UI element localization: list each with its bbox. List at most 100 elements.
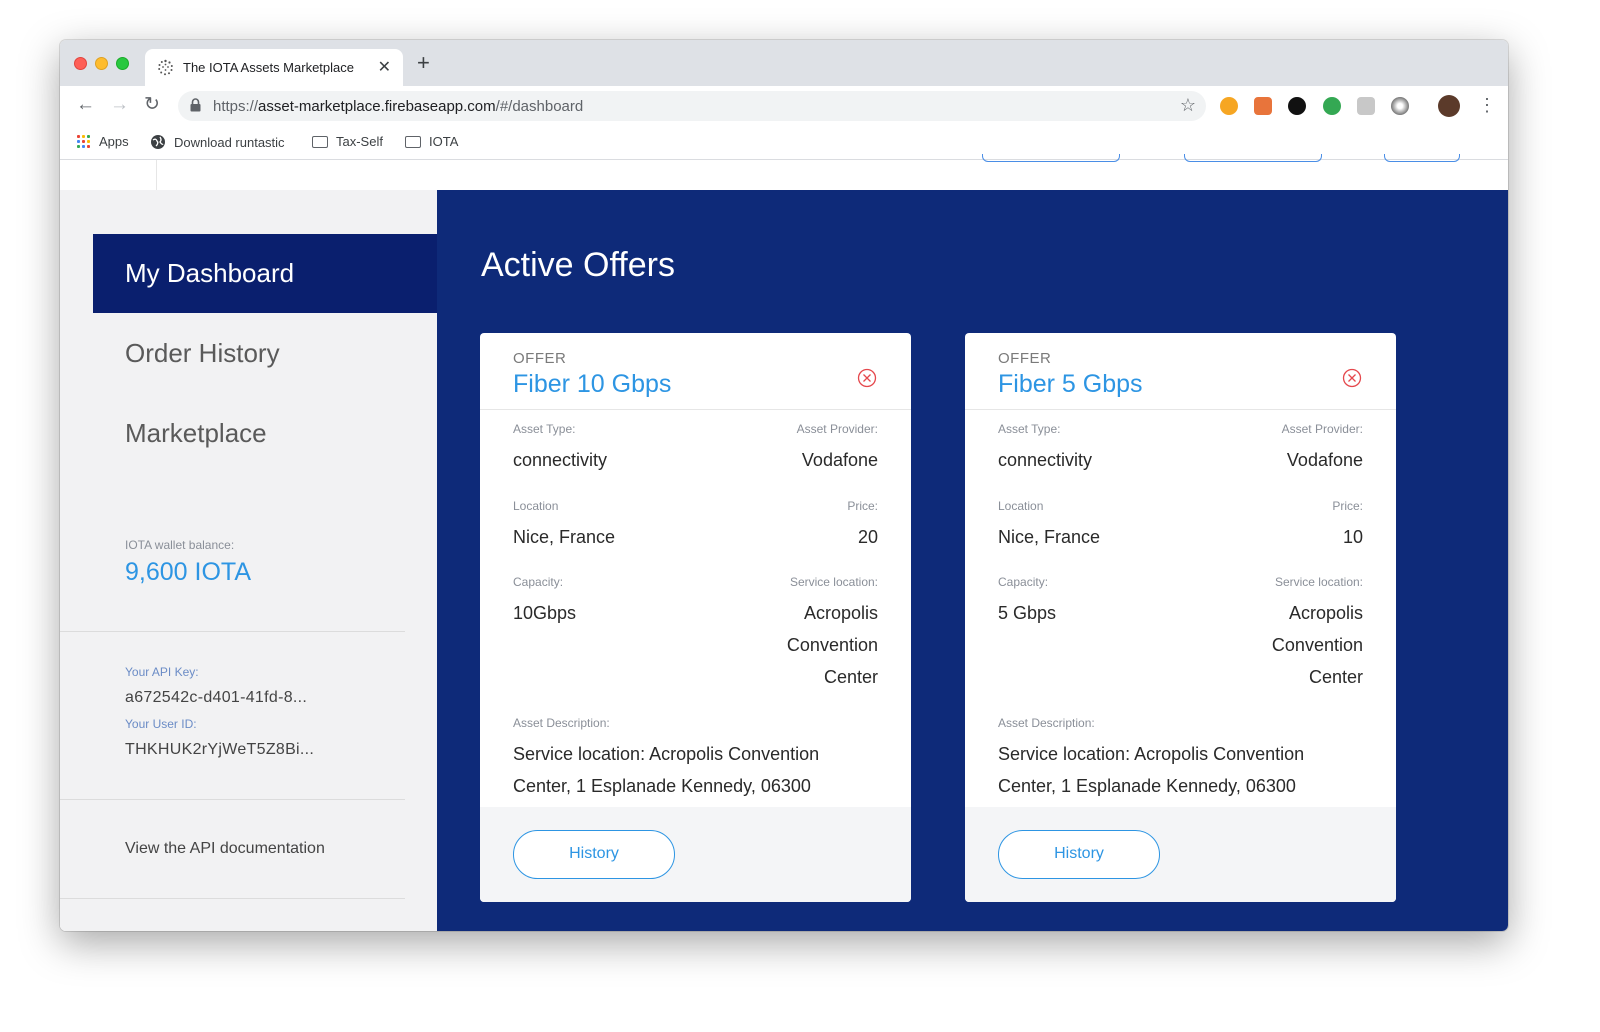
wallet-balance-label: IOTA wallet balance: <box>125 538 235 552</box>
bookmark-apps[interactable]: Apps <box>77 134 129 149</box>
bookmark-download-runtastic[interactable]: Download runtastic <box>150 134 285 150</box>
offer-card: OFFER Fiber 5 Gbps Asset Type: Asset Pro… <box>965 333 1396 902</box>
asset-description-value: Service location: Acropolis Convention C… <box>513 744 820 796</box>
profile-avatar[interactable] <box>1438 95 1460 117</box>
api-key-value: a672542c-d401-41fd-8... <box>125 689 308 706</box>
bookmark-label: IOTA <box>429 134 459 149</box>
header-button[interactable] <box>1184 154 1322 162</box>
asset-type-value: connectivity <box>998 450 1093 470</box>
api-key-label: Your API Key: <box>125 665 199 679</box>
minimize-window-button[interactable] <box>95 57 108 70</box>
sidebar-divider <box>60 898 405 899</box>
offer-card: OFFER Fiber 10 Gbps Asset Type: Asset Pr… <box>480 333 911 902</box>
iota-favicon-icon <box>158 59 173 76</box>
bookmark-label: Tax-Self <box>336 134 383 149</box>
offer-card-footer: History <box>965 807 1396 902</box>
remove-offer-icon[interactable] <box>857 368 877 388</box>
asset-description-value: Service location: Acropolis Convention C… <box>998 744 1305 796</box>
header-button[interactable] <box>982 154 1120 162</box>
sidebar: My Dashboard Order History Marketplace I… <box>60 190 437 931</box>
green-extension-icon[interactable] <box>1323 97 1341 115</box>
history-button[interactable]: History <box>998 830 1160 879</box>
bi-extension-icon[interactable] <box>1357 97 1375 115</box>
sidebar-divider <box>60 799 405 800</box>
capacity-label: Capacity: <box>513 575 564 589</box>
nav-marketplace[interactable]: Marketplace <box>93 394 437 473</box>
metamask-extension-icon[interactable] <box>1220 97 1238 115</box>
browser-menu-icon[interactable]: ⋮ <box>1478 95 1496 115</box>
asset-provider-value: Vodafone <box>1286 450 1363 470</box>
bookmark-star-icon[interactable]: ☆ <box>1180 95 1196 116</box>
nav-my-dashboard[interactable]: My Dashboard <box>93 234 437 313</box>
onepassword-extension-icon[interactable] <box>1288 97 1306 115</box>
tab-close-icon[interactable]: ✕ <box>378 57 391 77</box>
bookmark-label: Apps <box>99 134 129 149</box>
apps-grid-icon <box>77 134 91 149</box>
forward-arrow-icon[interactable]: → <box>110 95 129 115</box>
circle-extension-icon[interactable] <box>1391 97 1409 115</box>
user-id-label: Your User ID: <box>125 717 197 731</box>
page-header-strip <box>60 154 1508 190</box>
asset-provider-value: Vodafone <box>801 450 878 470</box>
asset-provider-label: Asset Provider: <box>1281 422 1363 436</box>
page-title: Active Offers <box>481 246 675 284</box>
nav-order-history[interactable]: Order History <box>93 314 437 393</box>
offer-card-footer: History <box>480 807 911 902</box>
globe-icon <box>151 135 165 149</box>
bookmark-tax-self[interactable]: Tax-Self <box>312 134 383 149</box>
sidebar-divider <box>60 631 405 632</box>
wallet-balance-value: 9,600 IOTA <box>125 558 251 586</box>
capacity-label: Capacity: <box>998 575 1049 589</box>
location-value: Nice, France <box>998 527 1101 547</box>
location-value: Nice, France <box>513 527 616 547</box>
page-content: My Dashboard Order History Marketplace I… <box>60 154 1508 931</box>
asset-description-label: Asset Description: <box>513 716 610 730</box>
service-location-label: Service location: <box>1274 575 1363 589</box>
url-text: https://asset-marketplace.firebaseapp.co… <box>213 98 584 115</box>
close-window-button[interactable] <box>74 57 87 70</box>
maximize-window-button[interactable] <box>116 57 129 70</box>
browser-window: The IOTA Assets Marketplace ✕ + ← → ↻ ht… <box>60 40 1508 931</box>
service-location-value: Acropolis Convention Center <box>1271 603 1363 687</box>
offer-title: Fiber 10 Gbps <box>513 370 672 398</box>
tab-strip: The IOTA Assets Marketplace ✕ + <box>60 40 1508 86</box>
header-divider <box>156 160 157 190</box>
asset-type-value: connectivity <box>513 450 608 470</box>
address-bar[interactable]: https://asset-marketplace.firebaseapp.co… <box>178 91 1206 121</box>
user-id-value: THKHUK2rYjWeT5Z8Bi... <box>125 741 315 758</box>
extension-icon[interactable] <box>1254 97 1272 115</box>
offer-card-header: OFFER Fiber 10 Gbps <box>480 333 911 410</box>
asset-type-label: Asset Type: <box>513 422 576 436</box>
capacity-value: 10Gbps <box>513 603 577 623</box>
reload-icon[interactable]: ↻ <box>144 95 160 115</box>
offer-kicker: OFFER <box>513 350 567 367</box>
new-tab-button[interactable]: + <box>417 52 430 74</box>
location-label: Location <box>998 499 1044 513</box>
offer-title: Fiber 5 Gbps <box>998 370 1143 398</box>
offer-card-header: OFFER Fiber 5 Gbps <box>965 333 1396 410</box>
asset-description-label: Asset Description: <box>998 716 1095 730</box>
asset-provider-label: Asset Provider: <box>796 422 878 436</box>
bookmark-label: Download runtastic <box>174 134 285 150</box>
api-documentation-link[interactable]: View the API documentation <box>125 840 325 858</box>
price-value: 20 <box>857 527 878 547</box>
tab-title: The IOTA Assets Marketplace <box>183 60 354 75</box>
service-location-label: Service location: <box>789 575 878 589</box>
lock-icon <box>190 98 201 112</box>
folder-icon <box>312 135 328 148</box>
header-button[interactable] <box>1384 154 1460 162</box>
history-button[interactable]: History <box>513 830 675 879</box>
back-arrow-icon[interactable]: ← <box>76 95 95 115</box>
bookmark-iota[interactable]: IOTA <box>405 134 458 149</box>
browser-tab[interactable]: The IOTA Assets Marketplace ✕ <box>145 49 403 86</box>
price-value: 10 <box>1342 527 1363 547</box>
offer-kicker: OFFER <box>998 350 1052 367</box>
remove-offer-icon[interactable] <box>1342 368 1362 388</box>
price-label: Price: <box>1332 499 1363 513</box>
browser-toolbar: ← → ↻ https://asset-marketplace.firebase… <box>60 86 1508 126</box>
folder-icon <box>405 135 421 148</box>
location-label: Location <box>513 499 559 513</box>
service-location-value: Acropolis Convention Center <box>786 603 878 687</box>
main-panel: Active Offers OFFER Fiber 10 Gbps Asset … <box>437 190 1508 931</box>
asset-type-label: Asset Type: <box>998 422 1061 436</box>
